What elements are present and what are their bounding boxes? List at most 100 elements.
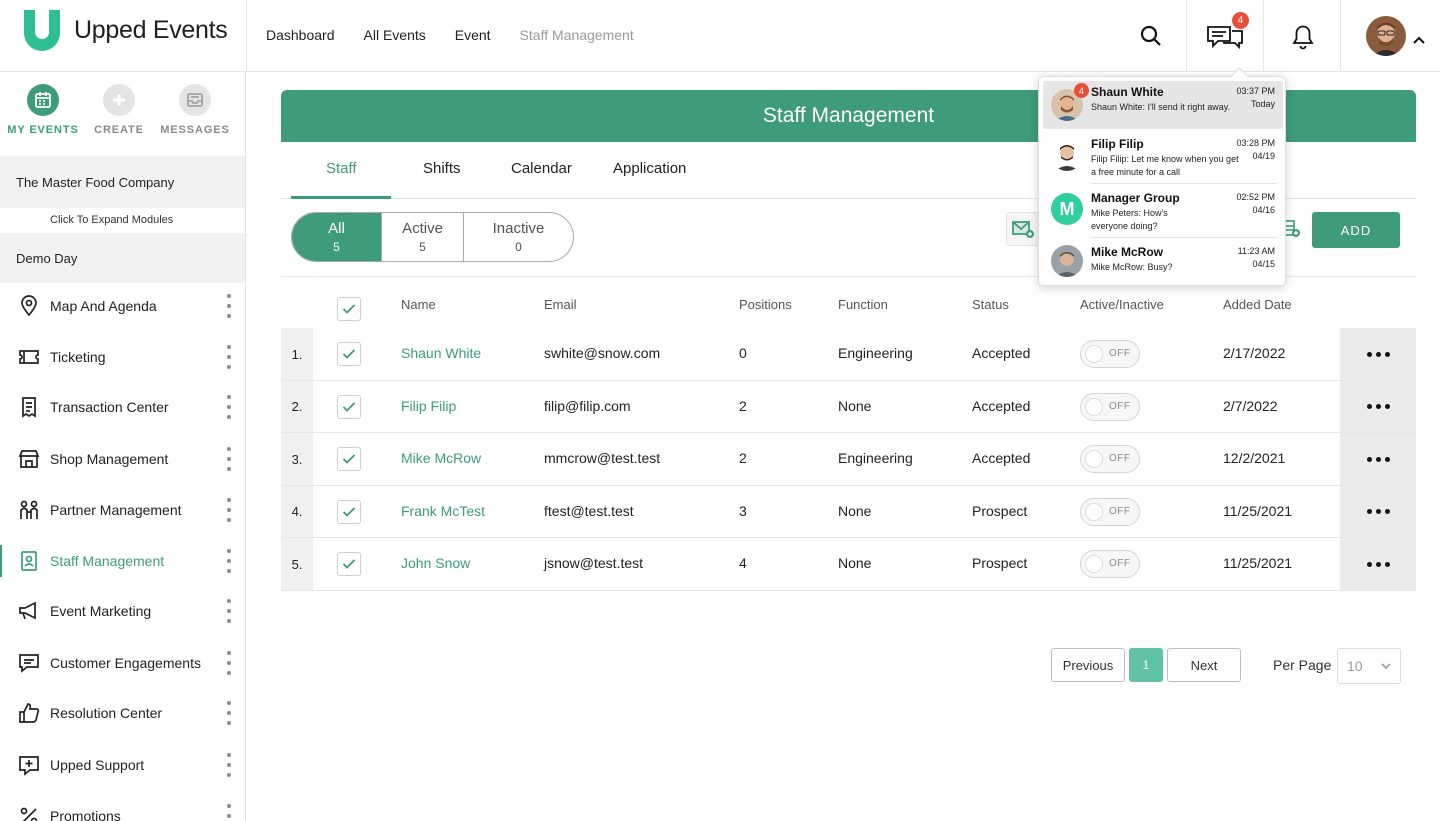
breadcrumb-nav: Dashboard All Events Event Staff Managem… (266, 27, 634, 43)
sidebar-item-upped-support[interactable]: Upped Support (0, 745, 245, 785)
column-status[interactable]: Status (972, 297, 1009, 312)
tab-create-label: CREATE (94, 124, 144, 136)
column-positions[interactable]: Positions (739, 297, 792, 312)
table-row: 3. Mike McRow mmcrow@test.test 2 Engineering… (281, 433, 1416, 486)
staff-name-link[interactable]: Shaun White (401, 345, 481, 361)
column-function[interactable]: Function (838, 297, 888, 312)
messages-dropdown: 4 Shaun White Shaun White: I'll send it … (1038, 76, 1286, 286)
more-options-icon[interactable] (224, 497, 234, 523)
messages-button[interactable]: 4 (1205, 12, 1249, 54)
active-toggle[interactable]: OFF (1080, 498, 1140, 526)
staff-status: Prospect (972, 503, 1028, 519)
tab-my-events[interactable]: MY EVENTS (3, 84, 83, 136)
more-options-icon[interactable] (224, 650, 234, 676)
sidebar-item-promotions[interactable]: Promotions (0, 796, 245, 821)
per-page-select[interactable]: 10 (1337, 648, 1401, 684)
more-options-icon[interactable] (224, 598, 234, 624)
more-options-icon[interactable] (224, 752, 234, 778)
filter-inactive[interactable]: Inactive 0 (464, 213, 573, 261)
message-time: 03:28 PM 04/19 (1236, 138, 1275, 161)
nav-event[interactable]: Event (455, 27, 491, 43)
more-options-icon[interactable] (224, 446, 234, 472)
sidebar-item-shop-management[interactable]: Shop Management (0, 439, 245, 479)
search-button[interactable] (1133, 18, 1169, 54)
staff-name-link[interactable]: Mike McRow (401, 450, 481, 466)
active-toggle[interactable]: OFF (1080, 340, 1140, 368)
tab-shifts[interactable]: Shifts (423, 160, 461, 177)
sidebar-item-customer-engagements[interactable]: Customer Engagements (0, 643, 245, 683)
message-item[interactable]: 4 Shaun White Shaun White: I'll send it … (1043, 81, 1283, 129)
brand-logo[interactable]: Upped Events (20, 8, 228, 52)
sidebar-item-partner-management[interactable]: Partner Management (0, 490, 245, 530)
check-icon (342, 454, 356, 464)
more-options-icon[interactable] (224, 803, 234, 821)
active-toggle[interactable]: OFF (1080, 445, 1140, 473)
filter-all[interactable]: All 5 (292, 213, 382, 261)
active-toggle[interactable]: OFF (1080, 393, 1140, 421)
row-checkbox[interactable] (337, 342, 361, 366)
invite-email-button[interactable] (1006, 212, 1040, 246)
staff-status: Accepted (972, 450, 1031, 466)
message-preview: Mike McRow: Busy? (1091, 262, 1173, 272)
message-item[interactable]: M Manager Group Mike Peters: How's every… (1043, 187, 1283, 235)
message-item[interactable]: Mike McRow Mike McRow: Busy? 11:23 AM 04/… (1043, 241, 1283, 283)
page-number-button[interactable]: 1 (1129, 648, 1163, 682)
event-name[interactable]: Demo Day (0, 233, 245, 283)
staff-name-link[interactable]: Filip Filip (401, 398, 456, 414)
staff-added-date: 12/2/2021 (1223, 450, 1286, 466)
sidebar-item-staff-management[interactable]: Staff Management (0, 541, 245, 581)
row-checkbox[interactable] (337, 552, 361, 576)
sidebar-item-transaction-center[interactable]: Transaction Center (0, 387, 245, 427)
more-options-icon[interactable] (224, 293, 234, 319)
message-item[interactable]: Filip Filip Filip Filip: Let me know whe… (1043, 133, 1283, 181)
more-options-icon[interactable] (224, 344, 234, 370)
column-active-inactive[interactable]: Active/Inactive (1080, 297, 1164, 312)
tab-create[interactable]: CREATE (79, 84, 159, 136)
nav-dashboard[interactable]: Dashboard (266, 27, 335, 43)
select-all-checkbox[interactable] (337, 297, 361, 321)
nav-staff-management[interactable]: Staff Management (520, 27, 634, 43)
column-name[interactable]: Name (401, 297, 436, 312)
row-checkbox[interactable] (337, 395, 361, 419)
staff-name-link[interactable]: Frank McTest (401, 503, 485, 519)
organization-name[interactable]: The Master Food Company (0, 156, 245, 208)
notifications-button[interactable] (1285, 18, 1321, 54)
sidebar-item-label: Promotions (50, 808, 121, 821)
column-added-date[interactable]: Added Date (1223, 297, 1292, 312)
nav-all-events[interactable]: All Events (364, 27, 426, 43)
sidebar-item-ticketing[interactable]: Ticketing (0, 337, 245, 377)
filter-active[interactable]: Active 5 (382, 213, 464, 261)
row-actions-button[interactable] (1340, 486, 1416, 537)
more-options-icon[interactable] (224, 700, 234, 726)
column-email[interactable]: Email (544, 297, 577, 312)
tab-messages[interactable]: MESSAGES (155, 84, 235, 136)
sidebar-item-map-and-agenda[interactable]: Map And Agenda (0, 286, 245, 326)
user-avatar[interactable] (1366, 16, 1406, 56)
chevron-up-icon[interactable] (1412, 32, 1426, 50)
toggle-label: OFF (1109, 558, 1131, 569)
tab-application[interactable]: Application (613, 160, 686, 177)
toggle-label: OFF (1109, 506, 1131, 517)
tab-staff[interactable]: Staff (326, 160, 357, 177)
row-checkbox[interactable] (337, 447, 361, 471)
store-icon (18, 448, 40, 470)
row-checkbox[interactable] (337, 500, 361, 524)
sidebar-item-event-marketing[interactable]: Event Marketing (0, 591, 245, 631)
row-actions-button[interactable] (1340, 381, 1416, 432)
more-options-icon[interactable] (224, 548, 234, 574)
staff-name-link[interactable]: John Snow (401, 555, 470, 571)
add-staff-button[interactable]: ADD (1312, 212, 1400, 248)
more-options-icon[interactable] (224, 394, 234, 420)
previous-page-button[interactable]: Previous (1051, 648, 1125, 682)
row-actions-button[interactable] (1340, 433, 1416, 485)
next-page-button[interactable]: Next (1167, 648, 1241, 682)
sidebar-item-resolution-center[interactable]: Resolution Center (0, 693, 245, 733)
staff-status: Accepted (972, 345, 1031, 361)
tab-calendar[interactable]: Calendar (511, 160, 572, 177)
active-toggle[interactable]: OFF (1080, 550, 1140, 578)
row-actions-button[interactable] (1340, 538, 1416, 590)
avatar (1051, 139, 1083, 171)
row-actions-button[interactable] (1340, 328, 1416, 380)
staff-positions: 4 (739, 555, 747, 571)
expand-modules-link[interactable]: Click To Expand Modules (0, 208, 245, 232)
